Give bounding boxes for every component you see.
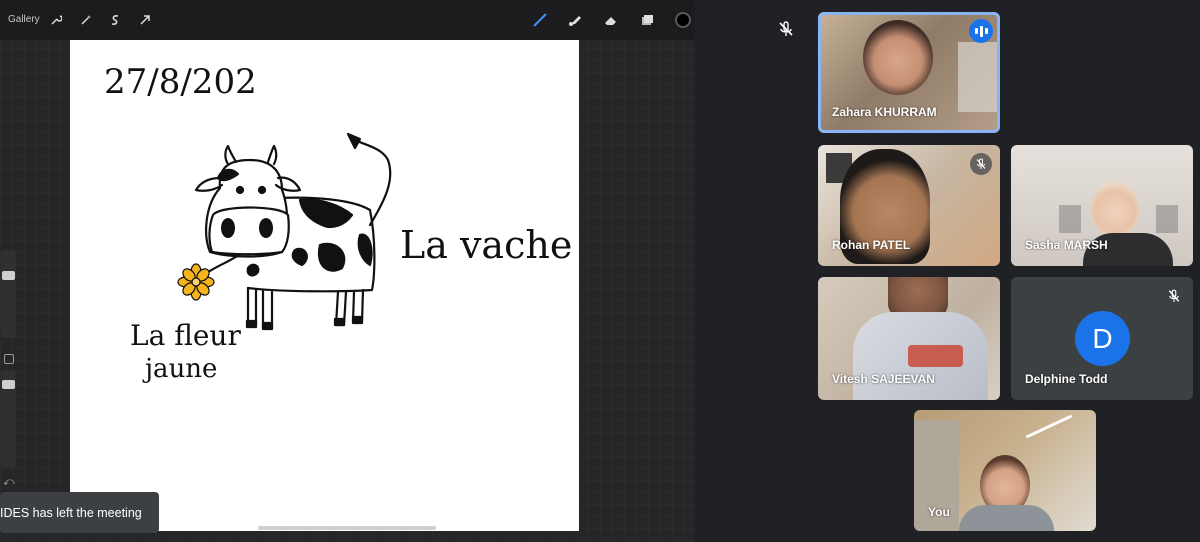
background-poster [1059, 205, 1081, 233]
toast-text: IDES has left the meeting [0, 505, 142, 520]
transform-arrow-icon[interactable] [137, 12, 153, 28]
participant-name: Vitesh SAJEEVAN [832, 372, 935, 386]
color-picker-icon[interactable] [675, 12, 691, 28]
label-cow: La vache [400, 223, 572, 267]
shirt-print [908, 345, 963, 367]
flower-drawing [177, 263, 215, 301]
participant-clothing [959, 505, 1054, 531]
date-text: 27/8/202 [104, 62, 257, 102]
selection-icon[interactable] [107, 12, 123, 28]
notification-toast: IDES has left the meeting [0, 492, 159, 533]
smudge-icon[interactable] [567, 12, 583, 28]
home-indicator [258, 526, 436, 530]
meet-window: Gallery ⤺ 27/8/202 La vache La fleur jau… [0, 0, 1200, 542]
participant-tile[interactable]: Rohan PATEL [818, 145, 1000, 266]
wrench-icon[interactable] [48, 12, 64, 28]
background-poster [1156, 205, 1178, 233]
brush-size-thumb[interactable] [2, 271, 15, 280]
participant-tile[interactable]: Zahara KHURRAM [818, 12, 1000, 133]
gallery-button[interactable]: Gallery [8, 14, 40, 25]
participant-name: You [928, 505, 950, 519]
mic-off-icon [970, 153, 992, 175]
participant-tile[interactable]: Sasha MARSH [1011, 145, 1193, 266]
participant-tile[interactable]: You [914, 410, 1096, 531]
modify-button[interactable] [4, 354, 14, 364]
label-flower-line1: La fleur [130, 319, 241, 352]
magic-wand-icon[interactable] [78, 12, 94, 28]
participant-name: Rohan PATEL [832, 238, 911, 252]
brush-icon[interactable] [532, 12, 548, 28]
drawing-canvas[interactable]: 27/8/202 La vache La fleur jaune [70, 40, 579, 531]
ceiling-light [1025, 414, 1073, 439]
mic-off-icon [1163, 285, 1185, 307]
eraser-icon[interactable] [603, 12, 619, 28]
brush-size-slider[interactable] [1, 250, 16, 338]
speaking-indicator-icon [969, 19, 993, 43]
participant-name: Delphine Todd [1025, 372, 1108, 386]
participant-tile[interactable]: D Delphine Todd [1011, 277, 1193, 400]
shared-screen: Gallery ⤺ 27/8/202 La vache La fleur jau… [0, 0, 695, 542]
cow-drawing [194, 132, 392, 331]
participant-video [863, 20, 933, 95]
participant-tile[interactable]: Vitesh SAJEEVAN [818, 277, 1000, 400]
undo-icon[interactable]: ⤺ [3, 476, 15, 489]
avatar: D [1075, 311, 1130, 366]
label-flower-line2: jaune [142, 354, 217, 384]
mic-off-icon [777, 20, 795, 38]
participant-name: Zahara KHURRAM [832, 105, 937, 119]
layers-icon[interactable] [639, 12, 655, 28]
procreate-toolbar: Gallery [0, 0, 695, 40]
opacity-thumb[interactable] [2, 380, 15, 389]
participant-name: Sasha MARSH [1025, 238, 1108, 252]
background-shelf [958, 42, 1000, 112]
participant-video [1091, 180, 1139, 238]
